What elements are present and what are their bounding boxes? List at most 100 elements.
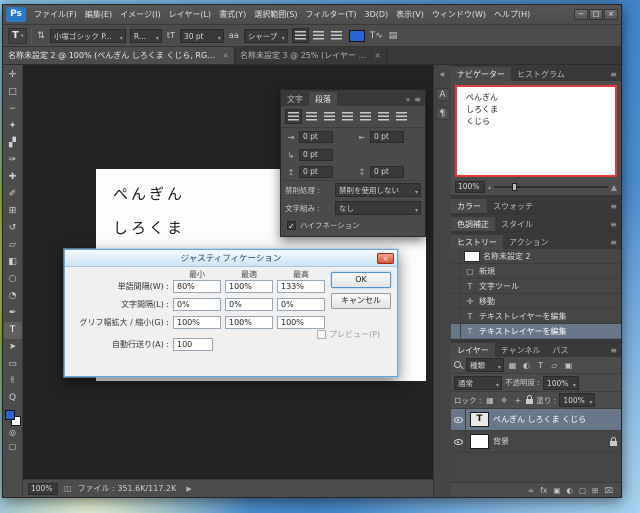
lasso-tool[interactable]: ∽ [4,101,22,118]
kinsoku-select[interactable]: 禁則を使用しない [335,183,421,197]
history-row[interactable]: ✛ 移動 [451,294,621,309]
anti-alias-select[interactable]: シャープ [243,28,288,43]
glyph-scaling-max-input[interactable]: 100% [277,316,325,329]
history-row[interactable]: ▢ 新規 [451,264,621,279]
glyph-scaling-min-input[interactable]: 100% [173,316,221,329]
menu-select[interactable]: 選択範囲(S) [250,9,301,20]
history-row[interactable]: T 文字ツール [451,279,621,294]
canvas[interactable]: ぺんぎん しろくま 文字 段落 » ≡ ⇥ 0 pt ⇤ 0 pt ↳ 0 pt… [23,65,433,479]
crop-tool[interactable]: ▞ [4,135,22,152]
panel-menu-icon[interactable]: ≡ [414,95,421,104]
tab-histogram[interactable]: ヒストグラム [511,67,571,81]
word-spacing-desired-input[interactable]: 100% [225,280,273,293]
layer-row-text[interactable]: T ぺんぎん しろくま くじら [451,409,621,431]
letter-spacing-max-input[interactable]: 0% [277,298,325,311]
adjustment-layer-icon[interactable]: ◐ [566,486,573,495]
marquee-tool[interactable]: □ [4,84,22,101]
hand-tool[interactable]: ✌ [4,373,22,390]
panel-menu-icon[interactable]: ≡ [606,202,621,213]
menu-type[interactable]: 書式(Y) [215,9,250,20]
text-orientation-icon[interactable]: ⇅ [36,31,46,41]
navigator-preview[interactable]: ぺんぎん しろくま くじら [455,85,617,177]
dialog-title-bar[interactable]: ジャスティフィケーション × [65,250,397,267]
layer-row-background[interactable]: 背景 [451,431,621,453]
navigator-zoom-slider[interactable] [494,183,608,191]
align-center-button[interactable] [310,28,327,43]
gradient-tool[interactable]: ◧ [4,254,22,271]
collapse-panel-icon[interactable]: » [405,95,410,104]
tab-paragraph[interactable]: 段落 [309,92,337,106]
zoom-tool[interactable]: Q [4,390,22,407]
filter-smart-object-icon[interactable]: ▣ [563,361,574,370]
justify-right-button[interactable] [321,109,338,124]
character-panel-icon[interactable]: A [435,88,450,101]
minimize-button[interactable]: − [574,9,588,20]
cancel-button[interactable]: キャンセル [331,293,391,309]
tab-character[interactable]: 文字 [281,92,309,106]
font-family-select[interactable]: 小塚ゴシック P... [49,28,126,43]
history-snapshot-row[interactable]: 名称未設定 2 [451,249,621,264]
menu-layer[interactable]: レイヤー(L) [165,9,215,20]
align-left-button[interactable] [291,28,309,43]
close-document-icon[interactable]: × [374,51,381,60]
filter-kind-select[interactable]: 種類 [466,358,504,372]
justify-last-center-button[interactable] [357,109,374,124]
tab-color[interactable]: カラー [451,199,487,213]
menu-help[interactable]: ヘルプ(H) [490,9,534,20]
layer-mask-icon[interactable]: ▣ [553,486,560,495]
dialog-close-button[interactable]: × [377,253,394,264]
menu-filter[interactable]: フィルター(T) [302,9,361,20]
history-source-well[interactable] [453,264,461,278]
tab-actions[interactable]: アクション [503,235,555,249]
warp-text-icon[interactable]: T∿ [369,31,384,41]
menu-3d[interactable]: 3D(D) [361,10,393,19]
indent-first-line-input[interactable]: 0 pt [299,149,333,161]
letter-spacing-desired-input[interactable]: 0% [225,298,273,311]
menu-edit[interactable]: 編集(E) [81,9,116,20]
filter-shape-icon[interactable]: ▱ [549,361,560,370]
close-button[interactable]: × [604,9,618,20]
menu-window[interactable]: ウィンドウ(W) [428,9,490,20]
maximize-button[interactable]: □ [589,9,603,20]
justify-last-right-button[interactable] [375,109,392,124]
tab-styles[interactable]: スタイル [495,217,539,231]
justify-left-button[interactable] [285,109,302,124]
quick-selection-tool[interactable]: ✦ [4,118,22,135]
auto-leading-input[interactable]: 100 [173,338,213,351]
opacity-input[interactable]: 100% [542,375,579,390]
menu-image[interactable]: イメージ(I) [116,9,164,20]
indent-left-input[interactable]: 0 pt [299,131,333,143]
eyedropper-tool[interactable]: ✑ [4,152,22,169]
foreground-color-swatch[interactable] [4,410,15,420]
path-selection-tool[interactable]: ➤ [4,339,22,356]
menu-file[interactable]: ファイル(F) [30,9,81,20]
word-spacing-max-input[interactable]: 133% [277,280,325,293]
justify-center-button[interactable] [303,109,320,124]
history-source-well[interactable] [453,279,461,293]
document-tab-2[interactable]: 名称未設定 3 @ 25% (レイヤー 4, RG... × [235,47,387,64]
link-layers-icon[interactable]: ∞ [528,486,534,495]
status-flyout-icon[interactable]: ▶ [186,485,191,493]
filter-pixel-icon[interactable]: ▦ [507,361,518,370]
zoom-level-input[interactable]: 100% [28,482,58,495]
zoom-out-icon[interactable]: ▴ [488,184,491,191]
new-layer-icon[interactable]: ⊞ [592,486,598,495]
filter-adjustment-icon[interactable]: ◐ [521,361,532,370]
panel-menu-icon[interactable]: ≡ [606,346,621,357]
move-tool[interactable]: ✛ [4,67,22,84]
visibility-eye-icon[interactable] [451,431,466,452]
delete-layer-icon[interactable]: ⌧ [604,486,613,495]
slider-thumb[interactable] [512,183,518,191]
type-tool[interactable]: T [3,322,22,339]
screen-mode-icon[interactable]: ▢ [4,440,22,454]
lock-transparent-icon[interactable]: ▦ [484,396,495,405]
color-swatches[interactable] [4,410,21,426]
justify-last-left-button[interactable] [339,109,356,124]
tab-adjustments[interactable]: 色調補正 [451,217,495,231]
align-right-button[interactable] [328,28,345,43]
shape-tool[interactable]: ▭ [4,356,22,373]
layer-effects-icon[interactable]: fx [540,486,547,495]
justify-all-button[interactable] [393,109,410,124]
zoom-in-icon[interactable]: ▲ [611,183,617,192]
mojikumi-select[interactable]: なし [335,201,421,215]
